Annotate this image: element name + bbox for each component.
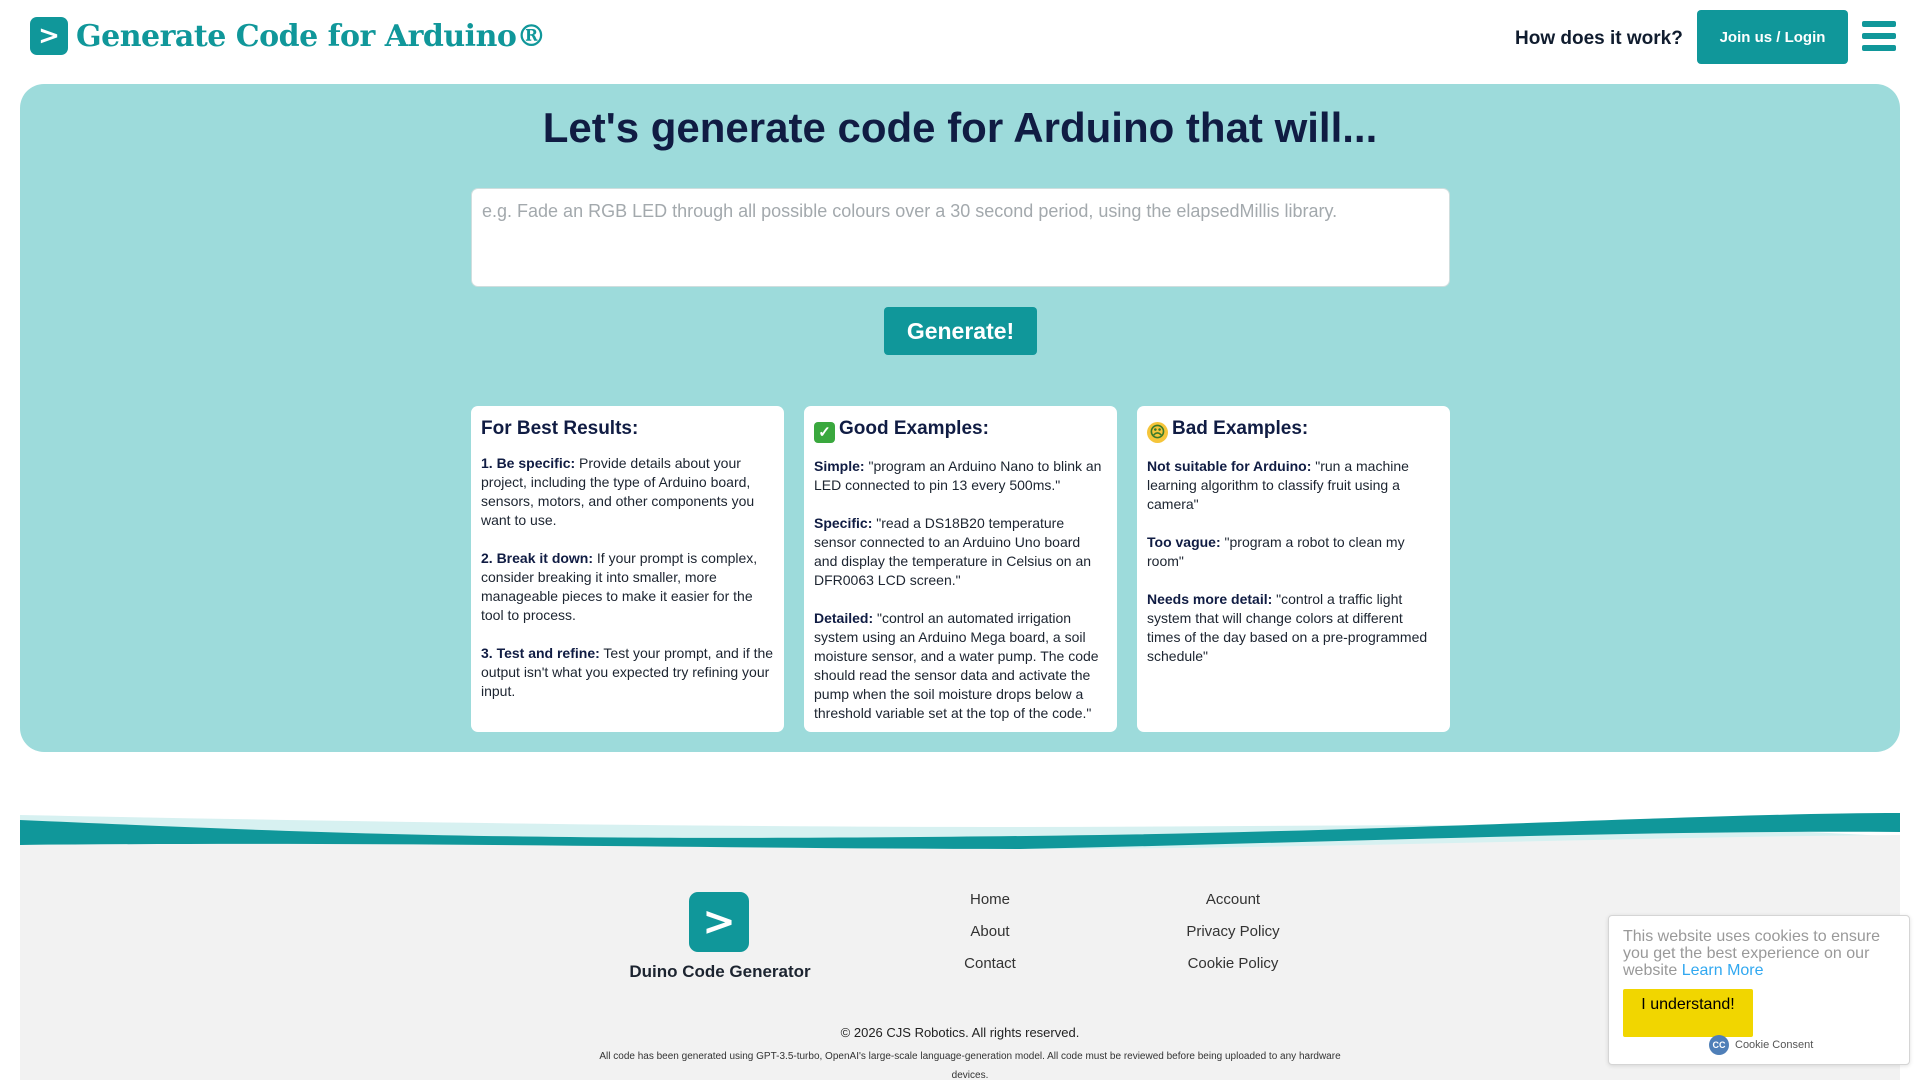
learn-more-link[interactable]: Learn More — [1682, 962, 1764, 979]
cookie-consent-brand[interactable]: CC Cookie Consent — [1709, 1035, 1813, 1055]
footer-brand-name: Duino Code Generator — [629, 962, 811, 981]
card-heading: For Best Results: — [481, 418, 639, 439]
footer-link-cookie-policy[interactable]: Cookie Policy — [1153, 954, 1313, 986]
tips-cards: For Best Results: 1. Be specific: Provid… — [471, 406, 1450, 732]
example-lead: Needs more detail: — [1147, 591, 1273, 607]
disclaimer: All code has been generated using GPT-3.… — [599, 1051, 1341, 1081]
menu-icon[interactable] — [1862, 21, 1896, 51]
generator-panel: Let's generate code for Arduino that wil… — [20, 84, 1900, 752]
example-text: "control an automated irrigation system … — [814, 610, 1099, 721]
prompt-box[interactable] — [471, 188, 1450, 287]
footer-wave — [20, 813, 1900, 865]
nauseated-face-icon: ☹ — [1147, 422, 1168, 443]
page-title: Let's generate code for Arduino that wil… — [542, 104, 1378, 151]
card-good-examples: ✓ Good Examples: Simple: "program an Ardu… — [804, 406, 1117, 732]
tip-item: 1. Be specific: Provide details about yo… — [481, 454, 774, 530]
example-item: Specific: "read a DS18B20 temperature se… — [814, 514, 1107, 590]
tip-item: 3. Test and refine: Test your prompt, an… — [481, 644, 774, 701]
generate-button[interactable]: Generate! — [884, 307, 1037, 355]
footer-logo-icon[interactable]: > — [689, 892, 749, 952]
card-best-results: For Best Results: 1. Be specific: Provid… — [471, 406, 784, 732]
example-item: Not suitable for Arduino: "run a machine… — [1147, 457, 1440, 514]
brand[interactable]: > Generate Code for Arduino® — [30, 17, 546, 55]
cookie-consent-logo-icon: CC — [1709, 1035, 1729, 1055]
cookie-banner: This website uses cookies to ensure you … — [1608, 915, 1910, 1065]
how-it-works-link[interactable]: How does it work? — [1515, 28, 1683, 50]
tip-lead: 2. Break it down: — [481, 550, 594, 566]
footer-link-about[interactable]: About — [910, 922, 1070, 954]
example-lead: Not suitable for Arduino: — [1147, 458, 1312, 474]
logo-icon[interactable]: > — [30, 17, 68, 55]
tip-lead: 1. Be specific: — [481, 455, 576, 471]
example-lead: Detailed: — [814, 610, 874, 626]
card-bad-examples: ☹ Bad Examples: Not suitable for Arduino:… — [1137, 406, 1450, 732]
cookie-brand-text: Cookie Consent — [1735, 1039, 1814, 1051]
join-login-button[interactable]: Join us / Login — [1697, 10, 1848, 64]
example-lead: Specific: — [814, 515, 873, 531]
example-item: Needs more detail: "control a traffic li… — [1147, 590, 1440, 666]
footer-link-privacy[interactable]: Privacy Policy — [1153, 922, 1313, 954]
cookie-accept-button[interactable]: I understand! — [1623, 989, 1753, 1037]
check-mark-icon: ✓ — [814, 422, 835, 443]
example-item: Too vague: "program a robot to clean my … — [1147, 533, 1440, 571]
card-heading: Good Examples: — [839, 418, 989, 439]
footer-link-home[interactable]: Home — [910, 890, 1070, 922]
example-item: Simple: "program an Arduino Nano to blin… — [814, 457, 1107, 495]
footer-links-right: Account Privacy Policy Cookie Policy — [1153, 890, 1313, 986]
prompt-input[interactable] — [482, 201, 1439, 274]
card-heading-row: ✓ Good Examples: — [814, 418, 1107, 443]
footer-link-account[interactable]: Account — [1153, 890, 1313, 922]
site-title[interactable]: Generate Code for Arduino® — [76, 19, 546, 54]
site-header: > Generate Code for Arduino® How does it… — [0, 0, 1920, 78]
cookie-message: This website uses cookies to ensure you … — [1623, 928, 1895, 979]
example-lead: Simple: — [814, 458, 865, 474]
example-lead: Too vague: — [1147, 534, 1221, 550]
tip-lead: 3. Test and refine: — [481, 645, 600, 661]
tip-item: 2. Break it down: If your prompt is comp… — [481, 549, 774, 625]
example-item: Detailed: "control an automated irrigati… — [814, 609, 1107, 723]
footer-link-contact[interactable]: Contact — [910, 954, 1070, 986]
card-heading-row: ☹ Bad Examples: — [1147, 418, 1440, 443]
card-heading: Bad Examples: — [1172, 418, 1309, 439]
footer-links-left: Home About Contact — [910, 890, 1070, 986]
